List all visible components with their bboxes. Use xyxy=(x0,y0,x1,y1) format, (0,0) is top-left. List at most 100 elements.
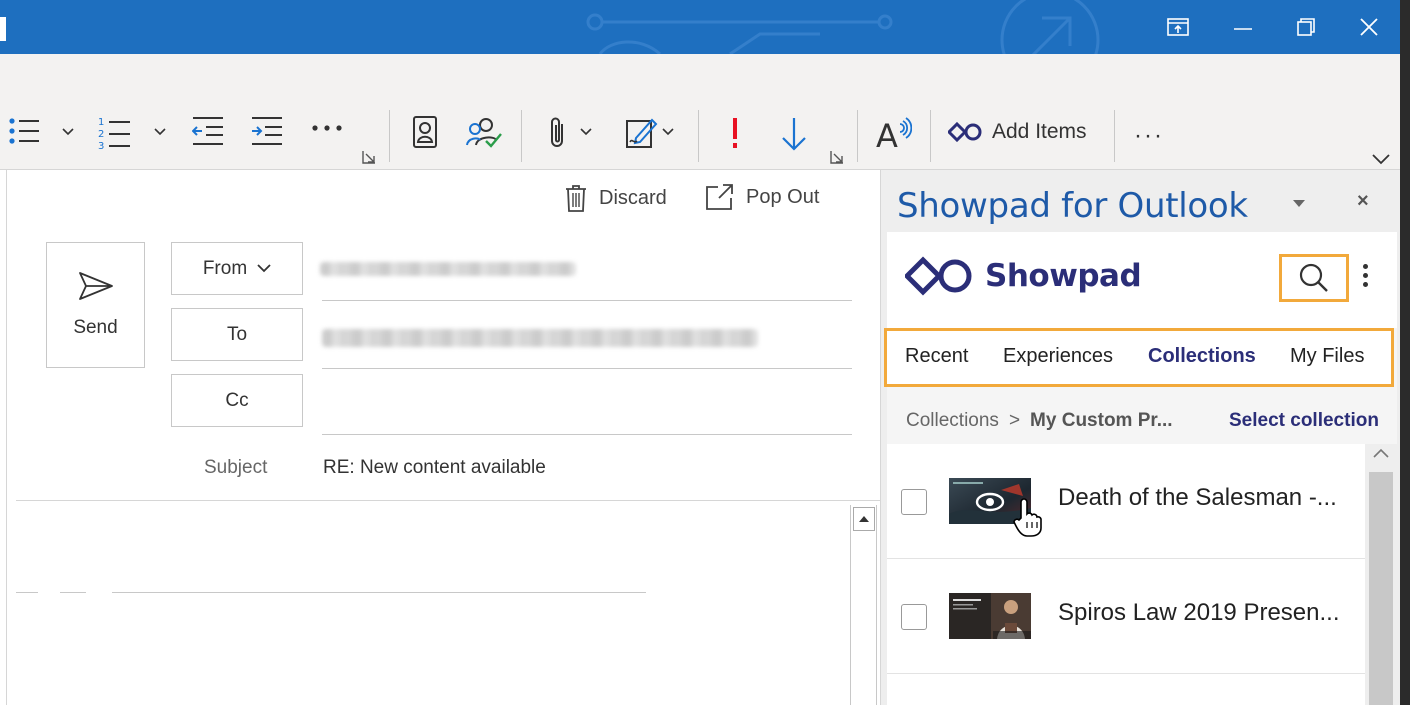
scrollbar-thumb[interactable] xyxy=(1369,472,1393,705)
pane-options-button[interactable] xyxy=(1293,194,1305,212)
cc-button[interactable]: Cc xyxy=(171,374,303,427)
check-names-icon xyxy=(466,118,502,148)
dialog-launcher-icon xyxy=(830,151,843,164)
item-checkbox[interactable] xyxy=(901,489,927,515)
discard-button[interactable]: Discard xyxy=(565,184,667,212)
discard-label: Discard xyxy=(599,186,667,209)
tab-experiences[interactable]: Experiences xyxy=(1003,345,1113,368)
basic-text-dialog-launcher[interactable] xyxy=(362,150,376,164)
chevron-down-icon xyxy=(257,264,271,273)
high-importance-button[interactable] xyxy=(729,116,741,150)
showpad-tabs: Recent Experiences Collections My Files xyxy=(884,328,1394,387)
svg-text:3: 3 xyxy=(98,141,104,150)
bullets-button[interactable] xyxy=(8,116,42,146)
showpad-logo-icon xyxy=(948,122,982,142)
send-button[interactable]: Send xyxy=(46,242,145,368)
address-book-button[interactable] xyxy=(412,116,438,148)
attach-file-icon xyxy=(551,117,563,147)
maximize-button[interactable] xyxy=(1289,10,1323,44)
tab-recent[interactable]: Recent xyxy=(905,345,968,368)
pop-out-label: Pop Out xyxy=(746,185,820,208)
ribbon: 123 A Add Items ··· xyxy=(0,54,1400,170)
item-checkbox[interactable] xyxy=(901,604,927,630)
numbering-dropdown[interactable] xyxy=(154,128,166,136)
ribbon-separator xyxy=(698,110,699,162)
attach-file-dropdown[interactable] xyxy=(580,128,592,136)
low-importance-button[interactable] xyxy=(780,116,808,152)
minimize-button[interactable] xyxy=(1226,10,1260,44)
search-icon xyxy=(1299,263,1328,292)
body-scrollbar[interactable] xyxy=(850,505,877,705)
title-accent xyxy=(0,17,6,41)
pop-out-icon xyxy=(706,184,733,210)
breadcrumb-root[interactable]: Collections xyxy=(906,410,999,432)
trash-icon xyxy=(566,185,586,212)
asset-title[interactable]: Spiros Law 2019 Presen... xyxy=(1058,599,1340,627)
list-item[interactable]: Death of the Salesman -... xyxy=(887,444,1365,559)
tags-dialog-launcher[interactable] xyxy=(830,150,844,164)
showpad-logo: Showpad xyxy=(905,256,1142,296)
add-items-button[interactable]: Add Items xyxy=(948,120,1087,144)
pane-title: Showpad for Outlook xyxy=(897,186,1248,226)
to-recipients-redacted[interactable] xyxy=(322,329,758,347)
restore-icon xyxy=(1297,18,1315,36)
compose-border xyxy=(6,170,7,705)
circuit-decoration xyxy=(586,0,1100,54)
numbering-button[interactable]: 123 xyxy=(98,116,132,150)
collapse-ribbon-button[interactable] xyxy=(1372,154,1390,165)
send-label: Send xyxy=(73,317,118,338)
caret-down-icon xyxy=(1293,200,1305,207)
subject-input[interactable]: RE: New content available xyxy=(323,457,546,479)
to-button[interactable]: To xyxy=(171,308,303,361)
ribbon-separator xyxy=(389,110,390,162)
signature-button[interactable] xyxy=(626,116,658,148)
svg-text:1: 1 xyxy=(98,117,104,128)
more-commands-button[interactable]: ··· xyxy=(1134,122,1164,150)
chevron-up-icon[interactable] xyxy=(1373,448,1389,458)
chevron-down-icon xyxy=(662,128,674,136)
more-formatting-button[interactable] xyxy=(311,124,343,132)
more-icon: ··· xyxy=(1134,122,1164,149)
decrease-indent-icon xyxy=(192,117,223,145)
address-book-icon xyxy=(413,116,437,148)
window-edge xyxy=(1400,0,1410,705)
increase-indent-button[interactable] xyxy=(251,116,283,146)
showpad-logo-text: Showpad xyxy=(985,258,1142,294)
check-names-button[interactable] xyxy=(466,116,502,148)
tab-collections[interactable]: Collections xyxy=(1148,345,1256,368)
subject-label: Subject xyxy=(204,457,268,478)
pane-close-button[interactable]: × xyxy=(1357,190,1369,213)
asset-title[interactable]: Death of the Salesman -... xyxy=(1058,484,1337,512)
scroll-up-button[interactable] xyxy=(853,507,875,531)
signature-dropdown[interactable] xyxy=(662,128,674,136)
asset-thumbnail[interactable] xyxy=(949,593,1031,639)
tab-my-files[interactable]: My Files xyxy=(1290,345,1364,368)
more-options-button[interactable] xyxy=(1363,264,1368,287)
decrease-indent-button[interactable] xyxy=(192,116,224,146)
read-aloud-button[interactable]: A xyxy=(876,116,912,150)
chevron-down-icon xyxy=(1372,154,1390,165)
svg-text:A: A xyxy=(876,117,898,150)
pop-out-button[interactable]: Pop Out xyxy=(706,184,819,210)
bullets-dropdown[interactable] xyxy=(62,128,74,136)
showpad-header: Showpad xyxy=(887,232,1397,328)
list-item[interactable]: Spiros Law 2019 Presen... xyxy=(887,559,1365,674)
chevron-down-icon xyxy=(580,128,592,136)
close-window-button[interactable] xyxy=(1352,10,1386,44)
asset-list-scrollbar[interactable] xyxy=(1365,444,1397,705)
dialog-launcher-icon xyxy=(362,151,375,164)
restore-to-tab-button[interactable] xyxy=(1161,10,1195,44)
cc-field-underline[interactable] xyxy=(322,434,852,435)
attach-file-button[interactable] xyxy=(548,116,568,150)
quoted-separator xyxy=(16,592,38,593)
from-button[interactable]: From xyxy=(171,242,303,295)
kebab-dot xyxy=(1363,282,1368,287)
select-collection-link[interactable]: Select collection xyxy=(1229,410,1379,432)
triangle-up-icon xyxy=(859,516,869,522)
hand-cursor-icon xyxy=(1013,498,1042,537)
kebab-dot xyxy=(1363,273,1368,278)
search-button[interactable] xyxy=(1279,254,1349,302)
close-icon xyxy=(1360,18,1378,36)
outlook-compose-window: 123 A Add Items ··· Discard Pop Out Send… xyxy=(0,0,1410,705)
send-icon xyxy=(78,272,113,300)
